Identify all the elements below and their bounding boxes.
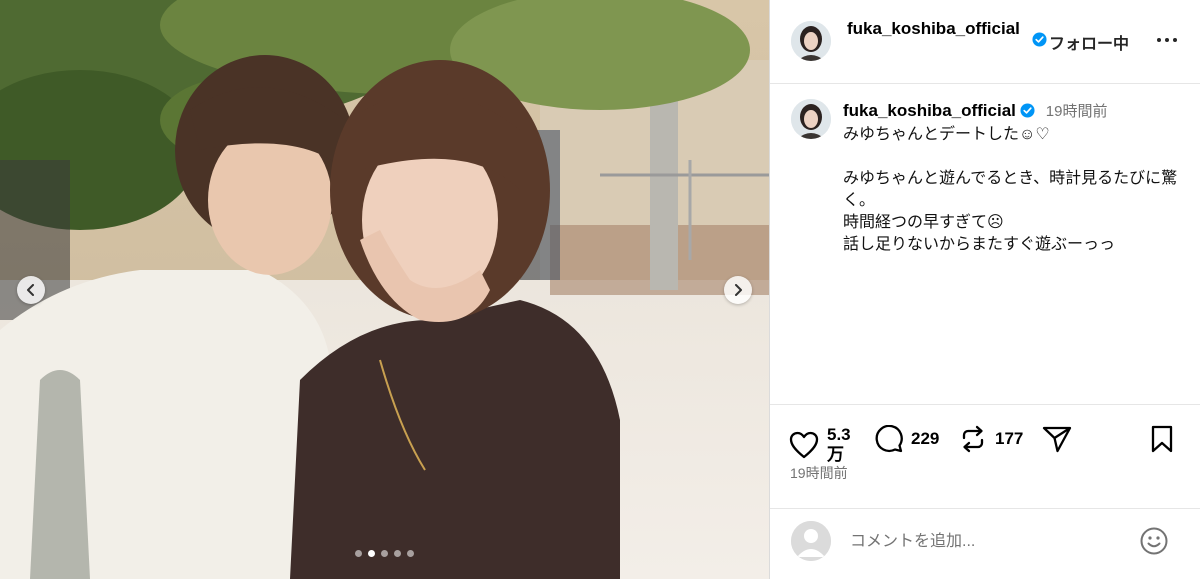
- bookmark-icon: [1151, 425, 1173, 453]
- comment-box: [770, 508, 1200, 580]
- carousel-dot: [381, 550, 388, 557]
- caption-username[interactable]: fuka_koshiba_official: [843, 101, 1016, 120]
- instagram-post: fuka_koshiba_official フォロー中 fuka_koshiba…: [0, 0, 1200, 579]
- header-username[interactable]: fuka_koshiba_official: [847, 18, 1032, 40]
- caption-line: 時間経つの早すぎて☹︎: [843, 214, 1004, 231]
- post-sidebar: fuka_koshiba_official フォロー中 fuka_koshiba…: [769, 0, 1200, 579]
- post-actions: 5.3万 229 177 19時間前: [770, 404, 1200, 525]
- post-timestamp[interactable]: 19時間前: [790, 463, 848, 483]
- avatar[interactable]: [791, 21, 831, 61]
- post-photo[interactable]: [0, 0, 769, 579]
- more-options-icon[interactable]: [1154, 30, 1180, 50]
- default-avatar-icon: [791, 521, 831, 561]
- caption-line: みゆちゃんとデートした☺︎♡: [843, 126, 1050, 143]
- comment-bubble-icon: [875, 425, 903, 453]
- avatar-image: [791, 21, 831, 61]
- current-user-avatar: [791, 521, 831, 561]
- like-button[interactable]: 5.3万: [789, 425, 853, 465]
- carousel-dot: [394, 550, 401, 557]
- comment-count[interactable]: 229: [911, 429, 939, 449]
- carousel-dot-active: [368, 550, 375, 557]
- emoji-icon[interactable]: [1139, 526, 1169, 556]
- heart-icon: [789, 431, 819, 459]
- repost-count[interactable]: 177: [995, 429, 1023, 449]
- like-count[interactable]: 5.3万: [827, 425, 853, 465]
- carousel-prev-button[interactable]: [17, 276, 45, 304]
- caption-line: 話し足りないからまたすぐ遊ぶーっっ: [843, 236, 1116, 253]
- comment-button[interactable]: 229: [873, 425, 939, 453]
- chevron-right-icon: [735, 284, 742, 296]
- chevron-left-icon: [27, 284, 34, 296]
- carousel-dot: [407, 550, 414, 557]
- caption-text: みゆちゃんとデートした☺︎♡ みゆちゃんと遊んでるとき、時計見るたびに驚く。 時…: [843, 124, 1178, 256]
- save-button[interactable]: [1150, 425, 1174, 453]
- repost-icon: [962, 425, 984, 453]
- avatar-image: [791, 99, 831, 139]
- photo-image: [0, 0, 769, 579]
- repost-button[interactable]: 177: [959, 425, 1023, 453]
- carousel-dots: [355, 550, 414, 557]
- carousel-next-button[interactable]: [724, 276, 752, 304]
- share-button[interactable]: [1042, 425, 1072, 453]
- caption-time[interactable]: 19時間前: [1046, 103, 1108, 120]
- following-button[interactable]: フォロー中: [1049, 30, 1129, 54]
- caption-header: fuka_koshiba_official 19時間前: [843, 100, 1107, 121]
- caption-avatar[interactable]: [791, 99, 831, 139]
- verified-badge-icon: [1032, 32, 1047, 47]
- comment-input[interactable]: [848, 529, 1132, 555]
- verified-badge-icon: [1020, 103, 1035, 118]
- post-header: fuka_koshiba_official フォロー中: [770, 0, 1200, 84]
- carousel-dot: [355, 550, 362, 557]
- caption-line: みゆちゃんと遊んでるとき、時計見るたびに驚く。: [843, 170, 1178, 209]
- share-icon: [1042, 426, 1072, 453]
